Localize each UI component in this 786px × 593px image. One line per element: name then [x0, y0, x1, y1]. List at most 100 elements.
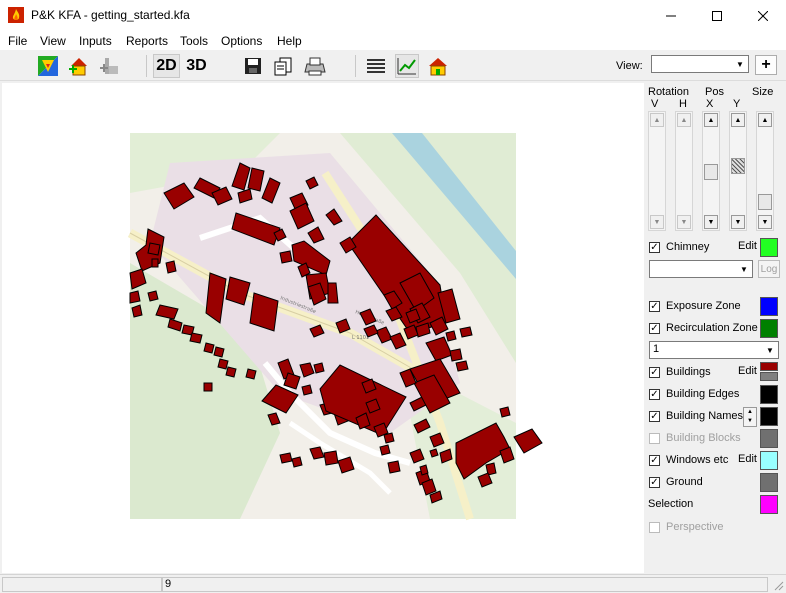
save-button[interactable]: [241, 54, 265, 78]
perspective-checkbox[interactable]: [649, 522, 660, 533]
building[interactable]: [449, 348, 463, 362]
building[interactable]: [455, 360, 469, 372]
windows-edit-button[interactable]: Edit: [738, 453, 757, 465]
view-select[interactable]: ▼: [651, 55, 749, 73]
building[interactable]: [445, 330, 457, 342]
new-project-button[interactable]: [36, 54, 60, 78]
add-building-button[interactable]: [67, 54, 91, 78]
building[interactable]: [147, 290, 159, 302]
building-names-checkbox[interactable]: ✓: [649, 411, 660, 422]
chimney-color-swatch[interactable]: [760, 238, 778, 257]
menu-options[interactable]: Options: [221, 34, 262, 48]
building-blocks-color-swatch[interactable]: [760, 429, 778, 448]
scroll-down-arrow-icon[interactable]: ▼: [758, 215, 772, 229]
building[interactable]: [279, 452, 293, 464]
buildings-side-color-swatch[interactable]: [760, 372, 778, 381]
chimney-checkbox[interactable]: ✓: [649, 242, 660, 253]
building[interactable]: [165, 260, 177, 274]
chimney-edit-button[interactable]: Edit: [738, 240, 757, 252]
menu-help[interactable]: Help: [277, 34, 302, 48]
rotation-v-scrollbar[interactable]: ▲ ▼: [648, 111, 666, 231]
building-names-color-swatch[interactable]: [760, 407, 778, 426]
scroll-up-arrow-icon[interactable]: ▲: [650, 113, 664, 127]
building[interactable]: [327, 282, 339, 304]
scroll-thumb[interactable]: [731, 158, 745, 174]
rotation-h-scrollbar[interactable]: ▲ ▼: [675, 111, 693, 231]
building-edges-color-swatch[interactable]: [760, 385, 778, 404]
building[interactable]: [129, 290, 141, 304]
windows-checkbox[interactable]: ✓: [649, 455, 660, 466]
scroll-up-arrow-icon[interactable]: ▲: [677, 113, 691, 127]
building[interactable]: [301, 384, 313, 396]
building[interactable]: [189, 332, 203, 344]
building[interactable]: [387, 460, 401, 474]
chimney-select[interactable]: ▼: [649, 260, 753, 278]
scroll-down-arrow-icon[interactable]: ▼: [677, 215, 691, 229]
building[interactable]: [419, 464, 429, 476]
size-scrollbar[interactable]: ▲ ▼: [756, 111, 774, 231]
building-blocks-checkbox[interactable]: [649, 433, 660, 444]
scroll-up-arrow-icon[interactable]: ▲: [731, 113, 745, 127]
site-map[interactable]: Industriestraße Hafenstraße L 1101: [127, 133, 543, 521]
menu-tools[interactable]: Tools: [180, 34, 208, 48]
copy-button[interactable]: [271, 54, 295, 78]
menu-file[interactable]: File: [8, 34, 27, 48]
building[interactable]: [203, 342, 215, 354]
exposure-zone-color-swatch[interactable]: [760, 297, 778, 316]
building[interactable]: [459, 326, 473, 338]
building[interactable]: [213, 346, 225, 358]
font-size-spinner[interactable]: ▲ ▼: [743, 407, 757, 427]
add-view-button[interactable]: +: [755, 55, 777, 75]
scroll-down-arrow-icon[interactable]: ▼: [731, 215, 745, 229]
building[interactable]: [279, 250, 293, 264]
add-chimney-button[interactable]: [98, 54, 122, 78]
chart-view-button[interactable]: [395, 54, 419, 78]
scroll-up-arrow-icon[interactable]: ▲: [704, 113, 718, 127]
buildings-color-swatch[interactable]: [760, 362, 778, 371]
log-button[interactable]: Log: [758, 260, 780, 278]
windows-color-swatch[interactable]: [760, 451, 778, 470]
building[interactable]: [513, 428, 543, 454]
menu-reports[interactable]: Reports: [126, 34, 168, 48]
exposure-zone-checkbox[interactable]: ✓: [649, 301, 660, 312]
view-2d-button[interactable]: 2D: [153, 54, 180, 78]
recirculation-zone-checkbox[interactable]: ✓: [649, 323, 660, 334]
view-3d-button[interactable]: 3D: [183, 54, 210, 78]
building[interactable]: [245, 368, 257, 380]
building-edges-checkbox[interactable]: ✓: [649, 389, 660, 400]
scroll-down-arrow-icon[interactable]: ▼: [650, 215, 664, 229]
pos-x-scrollbar[interactable]: ▲ ▼: [702, 111, 720, 231]
maximize-button[interactable]: [694, 0, 740, 31]
building[interactable]: [225, 366, 237, 378]
building[interactable]: [291, 456, 303, 468]
building[interactable]: [499, 406, 511, 418]
list-view-button[interactable]: [364, 54, 388, 78]
building[interactable]: [203, 382, 213, 392]
scroll-thumb[interactable]: [704, 164, 718, 180]
building[interactable]: [313, 362, 325, 374]
building[interactable]: [217, 358, 229, 370]
scroll-up-arrow-icon[interactable]: ▲: [758, 113, 772, 127]
resize-grip-icon[interactable]: [772, 579, 784, 591]
scroll-down-arrow-icon[interactable]: ▼: [704, 215, 718, 229]
buildings-checkbox[interactable]: ✓: [649, 367, 660, 378]
recirculation-zone-color-swatch[interactable]: [760, 319, 778, 338]
scroll-thumb[interactable]: [758, 194, 772, 210]
minimize-button[interactable]: [648, 0, 694, 31]
print-button[interactable]: [303, 54, 327, 78]
pos-y-scrollbar[interactable]: ▲ ▼: [729, 111, 747, 231]
selection-color-swatch[interactable]: [760, 495, 778, 514]
ground-checkbox[interactable]: ✓: [649, 477, 660, 488]
building[interactable]: [429, 448, 439, 458]
menu-view[interactable]: View: [40, 34, 66, 48]
close-button[interactable]: [740, 0, 786, 31]
building[interactable]: [383, 432, 395, 444]
building[interactable]: [151, 258, 159, 268]
building[interactable]: [323, 450, 339, 466]
drawing-canvas[interactable]: Industriestraße Hafenstraße L 1101: [2, 83, 644, 573]
menu-inputs[interactable]: Inputs: [79, 34, 112, 48]
building-view-button[interactable]: [426, 54, 450, 78]
recirculation-select[interactable]: 1 ▼: [649, 341, 779, 359]
building[interactable]: [147, 242, 161, 256]
building[interactable]: [379, 444, 391, 456]
